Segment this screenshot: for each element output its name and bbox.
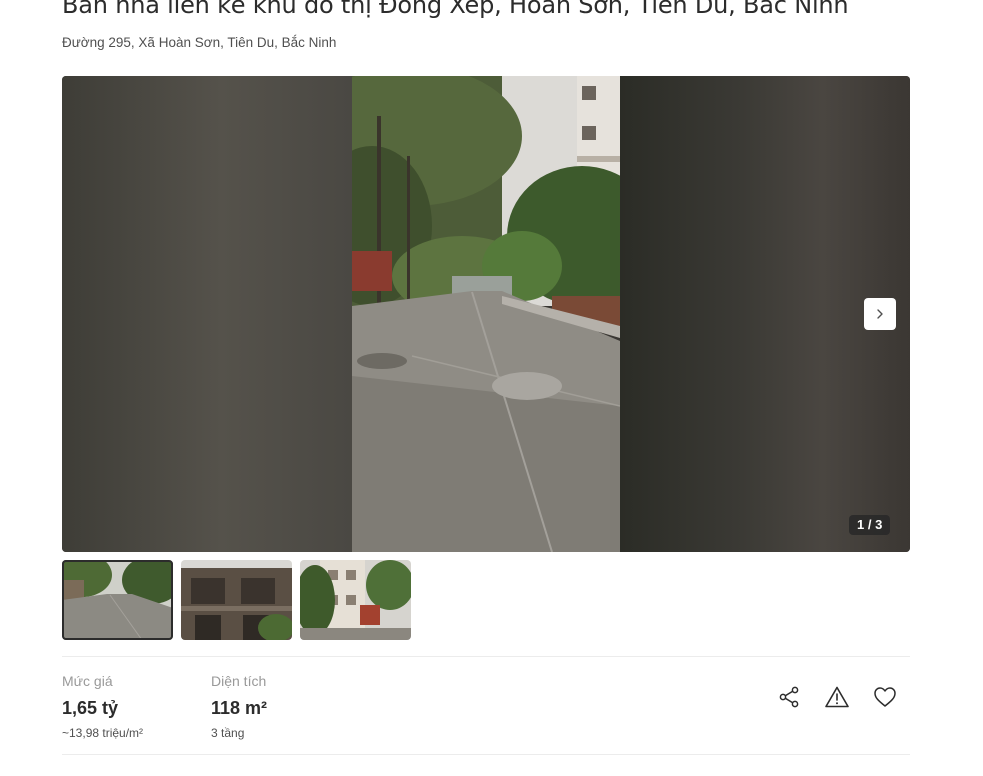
report-icon bbox=[825, 686, 849, 708]
area-block: Diện tích 118 m² 3 tầng bbox=[211, 673, 267, 740]
photo-counter: 1 / 3 bbox=[849, 515, 891, 535]
thumbnail-street[interactable] bbox=[62, 560, 173, 640]
price-value: 1,65 tỷ bbox=[62, 698, 119, 718]
chevron-right-icon bbox=[877, 309, 883, 319]
thumbnail-house[interactable] bbox=[181, 560, 292, 640]
price-per-sqm: ~13,98 triệu/m² bbox=[62, 726, 144, 740]
area-label: Diện tích bbox=[211, 673, 267, 689]
area-value: 118 m² bbox=[211, 698, 268, 718]
share-icon bbox=[779, 686, 799, 708]
thumbnail-strip bbox=[62, 560, 411, 640]
listing-title: Bán nhà liền kề khu đô thị Đồng Xép, Hoà… bbox=[62, 0, 849, 19]
blurred-background-left bbox=[62, 76, 352, 552]
report-button[interactable] bbox=[824, 684, 850, 710]
price-label: Mức giá bbox=[62, 673, 113, 689]
thumbnail-building[interactable] bbox=[300, 560, 411, 640]
listing-address: Đường 295, Xã Hoàn Sơn, Tiên Du, Bắc Nin… bbox=[62, 35, 337, 50]
photo-gallery[interactable]: 1 / 3 bbox=[62, 76, 910, 552]
divider-bottom bbox=[62, 754, 910, 755]
favorite-button[interactable] bbox=[872, 684, 898, 710]
favorite-icon bbox=[874, 687, 896, 707]
floor-count: 3 tầng bbox=[211, 726, 245, 740]
next-photo-button[interactable] bbox=[864, 298, 896, 330]
share-button[interactable] bbox=[776, 684, 802, 710]
divider-top bbox=[62, 656, 910, 657]
price-block: Mức giá 1,65 tỷ ~13,98 triệu/m² bbox=[62, 673, 143, 740]
main-photo[interactable] bbox=[352, 76, 620, 552]
listing-actions bbox=[776, 684, 898, 710]
